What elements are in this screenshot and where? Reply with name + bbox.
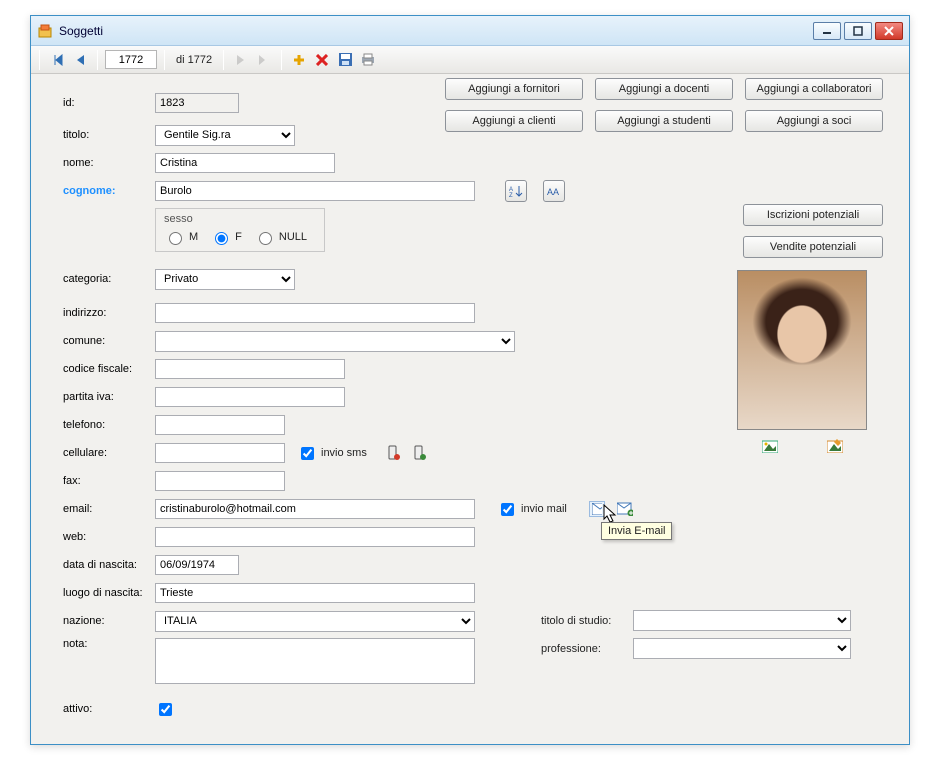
web-label: web: — [63, 531, 155, 543]
sesso-legend: sesso — [164, 213, 316, 225]
email-label: email: — [63, 503, 155, 515]
partita-iva-label: partita iva: — [63, 391, 155, 403]
id-label: id: — [63, 97, 155, 109]
nome-label: nome: — [63, 157, 155, 169]
titolo-label: titolo: — [63, 129, 155, 141]
codice-fiscale-label: codice fiscale: — [63, 363, 155, 375]
nome-field[interactable] — [155, 153, 335, 173]
nazione-label: nazione: — [63, 615, 155, 627]
sesso-group: sesso M F NULL — [155, 208, 325, 252]
luogo-nascita-field[interactable] — [155, 583, 475, 603]
data-nascita-label: data di nascita: — [63, 559, 155, 571]
nota-field[interactable] — [155, 638, 475, 684]
titolo-select[interactable]: Gentile Sig.ra — [155, 125, 295, 146]
save-record-icon[interactable] — [335, 50, 355, 70]
telefono-label: telefono: — [63, 419, 155, 431]
window-title: Soggetti — [59, 24, 813, 38]
codice-fiscale-field[interactable] — [155, 359, 345, 379]
nav-last-icon — [254, 50, 274, 70]
find-icon[interactable]: AA — [543, 180, 565, 202]
send-email-tooltip: Invia E-mail — [601, 522, 672, 540]
telefono-field[interactable] — [155, 415, 285, 435]
nav-prev-icon[interactable] — [70, 50, 90, 70]
titlebar: Soggetti — [31, 16, 909, 46]
comune-select[interactable] — [155, 331, 515, 352]
print-record-icon[interactable] — [358, 50, 378, 70]
cognome-label: cognome: — [63, 185, 155, 197]
sesso-null-radio[interactable]: NULL — [254, 229, 307, 245]
professione-label: professione: — [541, 643, 633, 655]
email-field[interactable] — [155, 499, 475, 519]
add-record-icon[interactable] — [289, 50, 309, 70]
record-position-input[interactable] — [105, 50, 157, 69]
svg-text:Z: Z — [509, 193, 513, 198]
add-email-icon[interactable] — [617, 501, 633, 517]
sms-send-icon[interactable] — [385, 445, 401, 461]
photo-placeholder — [738, 271, 866, 429]
nav-next-icon — [231, 50, 251, 70]
app-icon — [37, 23, 53, 39]
iscrizioni-potenziali-button[interactable]: Iscrizioni potenziali — [743, 204, 883, 226]
cellulare-label: cellulare: — [63, 447, 155, 459]
delete-record-icon[interactable] — [312, 50, 332, 70]
svg-text:A: A — [553, 187, 559, 197]
data-nascita-field[interactable] — [155, 555, 239, 575]
titolo-studio-label: titolo di studio: — [541, 615, 633, 627]
close-button[interactable] — [875, 22, 903, 40]
add-docenti-button[interactable]: Aggiungi a docenti — [595, 78, 733, 100]
add-collaboratori-button[interactable]: Aggiungi a collaboratori — [745, 78, 883, 100]
maximize-button[interactable] — [844, 22, 872, 40]
record-of-label: di 1772 — [176, 54, 212, 66]
add-soci-button[interactable]: Aggiungi a soci — [745, 110, 883, 132]
record-navigator: di 1772 — [31, 46, 909, 74]
id-field — [155, 93, 239, 113]
send-email-icon[interactable] — [589, 501, 605, 517]
sesso-f-radio[interactable]: F — [210, 229, 242, 245]
vendite-potenziali-button[interactable]: Vendite potenziali — [743, 236, 883, 258]
add-fornitori-button[interactable]: Aggiungi a fornitori — [445, 78, 583, 100]
fax-field[interactable] — [155, 471, 285, 491]
invio-sms-checkbox[interactable]: invio sms — [297, 444, 367, 463]
cursor-icon — [603, 504, 617, 524]
window: Soggetti di 1772 — [30, 15, 910, 745]
sms-add-icon[interactable] — [411, 445, 427, 461]
web-field[interactable] — [155, 527, 475, 547]
professione-select[interactable] — [633, 638, 851, 659]
indirizzo-label: indirizzo: — [63, 307, 155, 319]
invio-mail-checkbox[interactable]: invio mail — [497, 500, 567, 519]
comune-label: comune: — [63, 335, 155, 347]
sort-az-icon[interactable]: AZ — [505, 180, 527, 202]
cognome-field[interactable] — [155, 181, 475, 201]
photo-add-icon[interactable] — [762, 438, 778, 454]
add-clienti-button[interactable]: Aggiungi a clienti — [445, 110, 583, 132]
indirizzo-field[interactable] — [155, 303, 475, 323]
nota-label: nota: — [63, 638, 155, 650]
minimize-button[interactable] — [813, 22, 841, 40]
nazione-select[interactable]: ITALIA — [155, 611, 475, 632]
attivo-label: attivo: — [63, 703, 155, 715]
photo-edit-icon[interactable] — [827, 438, 843, 454]
form-content: Aggiungi a fornitori Aggiungi a docenti … — [31, 74, 909, 744]
subject-photo — [737, 270, 867, 430]
categoria-select[interactable]: Privato — [155, 269, 295, 290]
add-studenti-button[interactable]: Aggiungi a studenti — [595, 110, 733, 132]
fax-label: fax: — [63, 475, 155, 487]
sesso-m-radio[interactable]: M — [164, 229, 198, 245]
cellulare-field[interactable] — [155, 443, 285, 463]
partita-iva-field[interactable] — [155, 387, 345, 407]
nav-first-icon[interactable] — [47, 50, 67, 70]
titolo-studio-select[interactable] — [633, 610, 851, 631]
attivo-checkbox[interactable] — [159, 703, 172, 716]
categoria-label: categoria: — [63, 273, 155, 285]
luogo-nascita-label: luogo di nascita: — [63, 587, 155, 599]
